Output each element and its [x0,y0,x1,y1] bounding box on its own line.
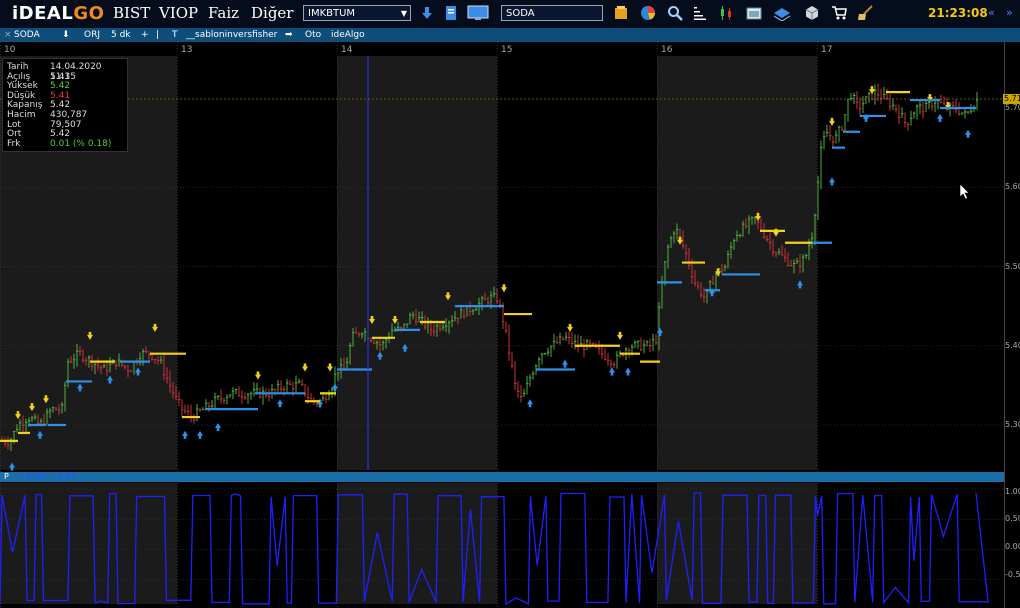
info-label: Lot [7,119,21,130]
price-label-570: 5.70 [1005,103,1020,112]
day-label: 13 [181,45,192,55]
ind-day-band [337,483,497,604]
info-value: 5.42 [50,100,71,111]
toolbar-t[interactable]: T [172,28,178,42]
folder-icon[interactable] [613,5,629,21]
app-logo: iDEALGO [12,3,105,24]
day-band [497,56,657,470]
indicator-name[interactable]: IFISH [26,472,46,482]
plus-icon[interactable]: + [141,28,149,42]
day-label: 15 [501,45,512,55]
broom-icon[interactable] [856,5,876,21]
list-selector-combo[interactable]: IMKBTUM ▼ [303,5,411,21]
toolbar-source[interactable]: ideAlgo [331,28,365,42]
close-icon[interactable]: × [4,28,12,42]
day-label: 14 [341,45,353,55]
info-value: 5.42 [50,129,71,140]
ind-day-band [177,483,337,604]
info-value: 430,787 [50,110,88,120]
panel-label[interactable]: P [4,472,9,482]
info-label: Yüksek [7,81,38,92]
info-label: Frk [7,138,21,149]
info-label: Ort [7,129,22,140]
candlestick-icon[interactable] [718,5,734,21]
list-selector-value: IMKBTUM [308,8,356,19]
menu-faiz[interactable]: Faiz [208,4,239,22]
info-label: Hacim [7,110,36,120]
ind-label-05: 0.50 [1005,514,1020,523]
document-icon[interactable] [443,5,459,21]
window-icon[interactable] [746,5,762,21]
info-label: Tarih [7,62,29,72]
price-chart[interactable]: 10 13 14 15 16 17 [0,42,1020,608]
menu-bist[interactable]: BIST [113,4,150,22]
info-value: 5.41 [50,90,71,101]
ind-label-1: 1.00 [1005,487,1020,496]
current-price-tag: 5.71 [1003,94,1020,104]
price-label-550: 5.50 [1005,262,1020,271]
arrow-right-icon[interactable]: ➡ [285,28,293,42]
clock: 21:23:08 [928,6,988,20]
info-value: 0.01 (% 0.18) [50,138,112,149]
toolbar-system[interactable]: __sabloninversfisher [186,28,277,42]
separator-icon: | [156,30,160,40]
price-label-540: 5.40 [1005,341,1020,350]
bar-info-panel: Tarih 14.04.2020 11:35 Açılış 5.41 Yüksek 5.4… [2,58,128,152]
chart-toolbar: × SODA ⬇ ORJ 5 dk + | T __sabloninversfi… [0,28,1020,42]
toolbar-mode[interactable]: ORJ [84,28,100,42]
chevron-down-icon: ▼ [400,9,407,18]
pie-chart-icon[interactable] [640,5,656,21]
cube-icon[interactable] [804,5,820,21]
ind-label-m05: -0.50 [1005,570,1020,579]
menu-diger[interactable]: Diğer [251,4,293,22]
bars-sort-icon[interactable] [692,5,708,21]
price-label-560: 5.60 [1005,182,1020,191]
info-label: Açılış [7,71,31,82]
toolbar-oto[interactable]: Oto [305,28,321,42]
day-label: 10 [4,45,16,55]
monitor-icon[interactable] [467,5,489,21]
magnifier-icon[interactable] [667,5,683,21]
day-band [337,56,497,470]
toolbar-symbol[interactable]: SODA [14,28,40,42]
price-label-530: 5.30 [1005,420,1020,429]
info-value: 79,507 [50,119,82,130]
nav-forward-icon[interactable]: » [1006,6,1013,19]
info-label: Düşük [7,90,36,101]
cart-icon[interactable] [831,5,847,21]
stack-icon[interactable] [772,5,792,21]
menu-viop[interactable]: VIOP [159,4,198,22]
arrow-down-icon[interactable]: ⬇ [62,28,70,42]
day-band [177,56,337,470]
info-label: Kapanış [7,100,43,111]
ind-day-band [497,483,657,604]
symbol-search-input[interactable]: SODA [501,5,603,21]
toolbar-period[interactable]: 5 dk [111,28,131,42]
day-label: 17 [821,45,832,55]
nav-back-icon[interactable]: « [988,6,995,19]
indicator-panel-header: P IFISH 0.97 [0,472,1004,482]
day-label: 16 [661,45,673,55]
download-icon[interactable] [419,5,435,21]
info-value: 5.42 [50,81,71,92]
top-menu-bar: iDEALGO BIST VIOP Faiz Diğer IMKBTUM ▼ SO… [0,0,1020,28]
info-value: 5.41 [50,71,71,82]
ind-label-0: 0.00 [1005,542,1020,551]
indicator-value: 0.97 [58,472,76,481]
